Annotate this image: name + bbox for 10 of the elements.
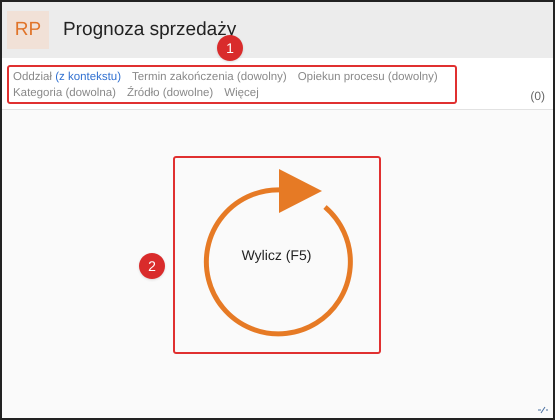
filter-link[interactable]: Oddział (z kontekstu) (13, 68, 122, 84)
result-count: (0) (530, 88, 545, 105)
annotation-badge: 2 (139, 253, 165, 279)
calculate-button[interactable]: Wylicz (F5) (172, 156, 380, 354)
filter-link[interactable]: Kategoria (dowolna) (13, 84, 116, 100)
filter-link[interactable]: Źródło (dowolne) (126, 84, 214, 100)
app-logo: RP (7, 11, 49, 49)
filter-link[interactable]: Termin zakończenia (dowolny) (132, 68, 287, 84)
filter-link[interactable]: Więcej (224, 84, 259, 100)
filter-link[interactable]: Opiekun procesu (dowolny) (298, 68, 438, 84)
